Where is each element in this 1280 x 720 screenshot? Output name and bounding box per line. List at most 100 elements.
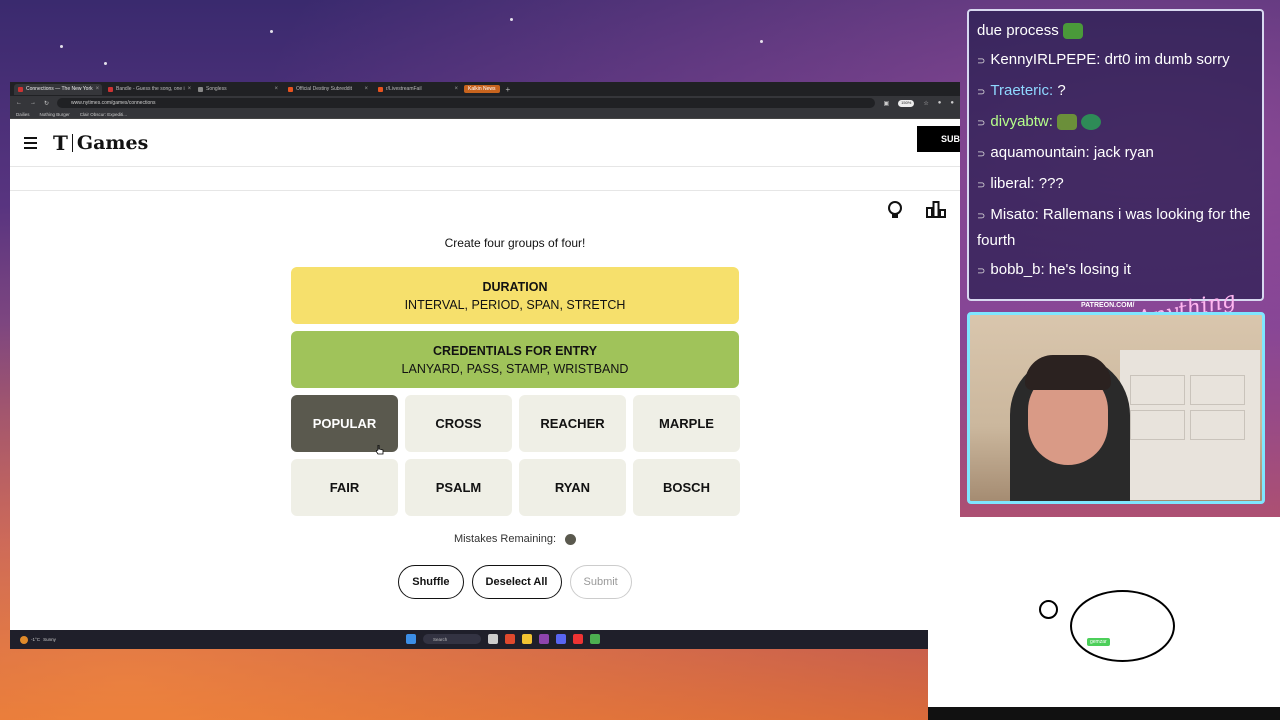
windows-start-icon[interactable]	[406, 634, 416, 644]
browser-tab[interactable]: Official Destiny Subreddit ×	[284, 84, 372, 95]
app-icon[interactable]	[539, 634, 549, 644]
mistakes-label: Mistakes Remaining:	[453, 533, 557, 545]
taskbar-search[interactable]: Search	[423, 634, 481, 644]
word-card[interactable]: BOSCH	[633, 459, 740, 516]
subscribe-button[interactable]: SUBS	[917, 126, 960, 152]
word-card[interactable]: RYAN	[519, 459, 626, 516]
chat-badge-icon: ⊃	[977, 266, 986, 277]
browser-tab[interactable]: Connections — The New York ×	[14, 83, 102, 95]
new-tab-icon[interactable]: +	[506, 85, 511, 94]
bottom-strip	[928, 707, 1280, 720]
nyt-games-logo[interactable]: T Games	[53, 131, 148, 155]
bookmark-star-icon[interactable]: ☆	[923, 100, 928, 107]
bookmark-item[interactable]: Nothing Burger	[40, 112, 70, 117]
browser-tab-badge[interactable]: Kalkin News	[464, 85, 500, 93]
address-bar: ← → ↻ www.nytimes.com/games/connections …	[10, 96, 960, 110]
solved-group: CREDENTIALS FOR ENTRY LANYARD, PASS, STA…	[291, 331, 739, 388]
close-icon[interactable]: ×	[364, 86, 368, 92]
chat-message: ⊃ KennyIRLPEPE: drt0 im dumb sorry	[977, 51, 1230, 68]
chat-badge-icon: ⊃	[977, 180, 986, 191]
emote-icon	[1057, 114, 1078, 131]
star-decoration	[104, 62, 107, 65]
lightbulb-icon[interactable]	[886, 200, 904, 220]
url-input[interactable]: www.nytimes.com/games/connections	[57, 98, 876, 108]
sub-navbar	[10, 167, 960, 191]
browser-window: Connections — The New York × Bandle - Gue…	[10, 82, 960, 630]
bookmark-item[interactable]: Clair Obscur: Expediti...	[80, 112, 127, 117]
shuffle-button[interactable]: Shuffle	[398, 565, 464, 599]
close-icon[interactable]: ×	[188, 86, 192, 92]
weather-widget[interactable]: -1°C Sunny	[20, 635, 56, 644]
reload-icon[interactable]: ↻	[44, 100, 49, 107]
star-decoration	[60, 45, 63, 48]
tab-favicon-icon	[18, 86, 23, 92]
chrome-icon[interactable]	[505, 634, 515, 644]
stats-icon[interactable]	[926, 200, 946, 218]
tab-favicon-icon	[378, 86, 383, 92]
group-title: DURATION	[482, 279, 548, 294]
chat-message: ⊃ liberal: ???	[977, 175, 1064, 192]
frog-emote-icon	[1062, 23, 1083, 40]
browser-tab[interactable]: Bandle - Guess the song, one i ×	[104, 84, 192, 95]
deselect-all-button[interactable]: Deselect All	[471, 565, 562, 599]
blob-decoration	[1070, 590, 1175, 662]
word-card[interactable]: POPULAR	[291, 395, 398, 452]
folder-icon[interactable]	[522, 634, 532, 644]
bubble-decoration	[1039, 600, 1058, 619]
chat-message: ⊃ divyabtw:	[977, 110, 1254, 136]
mistake-dot	[565, 533, 577, 545]
word-card[interactable]: PSALM	[405, 459, 512, 516]
action-buttons: Shuffle Deselect All Submit	[291, 565, 739, 599]
solved-group: DURATION INTERVAL, PERIOD, SPAN, STRETCH	[291, 267, 739, 324]
zoom-indicator[interactable]: 150%	[898, 99, 915, 107]
extension-icon[interactable]: ●	[938, 100, 942, 107]
tab-favicon-icon	[198, 86, 203, 92]
tab-favicon-icon	[288, 86, 293, 92]
submit-button[interactable]: Submit	[569, 565, 632, 599]
viewer-tag: gemzar	[1087, 638, 1110, 646]
back-icon[interactable]: ←	[16, 100, 22, 106]
discord-icon[interactable]	[556, 634, 566, 644]
webcam-feed	[967, 312, 1265, 504]
site-header: T Games SUBS	[10, 119, 960, 167]
chat-message: ⊃ Traeteric: ?	[977, 82, 1066, 99]
group-words: INTERVAL, PERIOD, SPAN, STRETCH	[404, 297, 626, 312]
profile-icon[interactable]: ●	[950, 100, 954, 107]
bookmark-item[interactable]: Dailies	[16, 112, 30, 117]
game-toolbar	[10, 191, 960, 227]
browser-tabbar: Connections — The New York × Bandle - Gue…	[10, 82, 960, 96]
bookmarks-bar: Dailies Nothing Burger Clair Obscur: Exp…	[10, 110, 960, 119]
browser-tab[interactable]: r/LivestreamFail ×	[374, 84, 462, 95]
menu-icon[interactable]	[24, 136, 37, 149]
word-card[interactable]: FAIR	[291, 459, 398, 516]
group-title: CREDENTIALS FOR ENTRY	[432, 343, 598, 358]
emote-icon	[1081, 114, 1102, 131]
chat-message: ⊃ aquamountain: jack ryan	[977, 144, 1154, 161]
chat-badge-icon: ⊃	[977, 211, 986, 222]
chat-message: ⊃ bobb_b: he's losing it	[977, 261, 1131, 278]
chat-badge-icon: ⊃	[977, 56, 986, 67]
word-grid: POPULAR CROSS REACHER MARPLE FAIR PSALM …	[291, 395, 740, 516]
close-icon[interactable]: ×	[274, 86, 278, 92]
sun-icon	[20, 635, 28, 644]
forward-icon[interactable]: →	[30, 100, 36, 106]
tab-favicon-icon	[108, 86, 113, 92]
word-card[interactable]: CROSS	[405, 395, 512, 452]
chat-message: ⊃ Misato: Rallemans i was looking for the…	[977, 206, 1251, 249]
chat-badge-icon: ⊃	[977, 87, 986, 98]
word-card[interactable]: MARPLE	[633, 395, 740, 452]
pointer-cursor-icon	[376, 445, 384, 455]
mistakes-remaining: Mistakes Remaining:	[291, 532, 739, 546]
app-icon[interactable]	[590, 634, 600, 644]
connections-board: Create four groups of four! DURATION INT…	[291, 236, 740, 599]
instructions: Create four groups of four!	[444, 236, 586, 250]
word-card[interactable]: REACHER	[519, 395, 626, 452]
install-icon[interactable]: ▣	[883, 100, 889, 107]
obs-icon[interactable]	[573, 634, 583, 644]
star-decoration	[510, 18, 513, 21]
close-icon[interactable]: ×	[454, 86, 458, 92]
task-view-icon[interactable]	[488, 634, 498, 644]
close-icon[interactable]: ×	[96, 86, 100, 92]
star-decoration	[270, 30, 273, 33]
browser-tab[interactable]: Songless ×	[194, 84, 282, 95]
